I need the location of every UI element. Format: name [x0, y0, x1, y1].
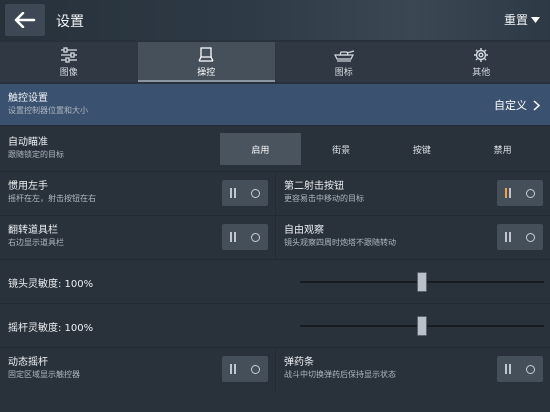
ammo-bar-setting: 弹药条 战斗中切换弹药后保持显示状态: [276, 348, 550, 390]
divider: [0, 303, 550, 304]
toggle-circle-icon: [251, 188, 261, 198]
flip-bar-subtitle: 右边显示道具栏: [8, 238, 64, 247]
second-fire-toggle[interactable]: [497, 180, 543, 206]
left-hand-toggle[interactable]: [222, 180, 268, 206]
toggle-bars-icon: [229, 232, 236, 242]
left-hand-subtitle: 摇杆在左，射击按钮在右: [8, 194, 96, 203]
chevron-right-icon: [533, 99, 540, 111]
second-fire-title: 第二射击按钮: [284, 181, 344, 192]
toggle-circle-icon: [251, 232, 261, 242]
tab-label: 其他: [472, 67, 491, 78]
free-look-setting: 自由观察 镜头观察四周时炮塔不跟随转动: [276, 216, 550, 258]
dynamic-stick-title: 动态摇杆: [8, 357, 48, 368]
toggle-circle-icon: [526, 188, 536, 198]
camera-sensitivity-thumb[interactable]: [417, 272, 427, 292]
auto-aim-option-street[interactable]: 街景: [301, 133, 382, 165]
left-hand-title: 惯用左手: [8, 181, 48, 192]
flip-bar-text: 翻转道具栏 右边显示道具栏: [8, 224, 64, 248]
second-fire-text: 第二射击按钮 更容易击中移动的目标: [284, 180, 364, 204]
tank-icon: [333, 49, 354, 62]
ammo-bar-text: 弹药条 战斗中切换弹药后保持显示状态: [284, 356, 396, 380]
free-look-text: 自由观察 镜头观察四周时炮塔不跟随转动: [284, 224, 396, 248]
page-title: 设置: [56, 14, 84, 30]
auto-aim-segmented-control: 启用 街景 按键 禁用: [220, 133, 543, 165]
auto-aim-title: 自动瞄准: [8, 137, 48, 148]
touch-settings-text: 触控设置 设置控制器位置和大小: [8, 92, 88, 116]
flip-bar-toggle[interactable]: [222, 224, 268, 250]
ammo-bar-toggle[interactable]: [497, 356, 543, 382]
flip-bar-setting: 翻转道具栏 右边显示道具栏: [0, 216, 275, 258]
toggle-circle-icon: [251, 364, 261, 374]
tab-bar: 图像 操控 图标 其他: [0, 42, 550, 82]
back-arrow-icon: [14, 12, 36, 28]
touch-settings-row[interactable]: 触控设置 设置控制器位置和大小 自定义: [0, 84, 550, 125]
left-hand-text: 惯用左手 摇杆在左，射击按钮在右: [8, 180, 96, 204]
sliders-icon: [60, 46, 77, 63]
column-divider: [275, 348, 276, 392]
settings-list: 触控设置 设置控制器位置和大小 自定义 自动瞄准 跟随锁定的目标 启用 街景 按…: [0, 84, 550, 412]
toggle-bars-icon: [504, 364, 511, 374]
auto-aim-option-disable[interactable]: 禁用: [462, 133, 543, 165]
touch-settings-subtitle: 设置控制器位置和大小: [8, 106, 88, 115]
ammo-bar-subtitle: 战斗中切换弹药后保持显示状态: [284, 370, 396, 379]
reset-label: 重置: [503, 13, 528, 27]
gamepad-icon: [198, 46, 214, 62]
camera-sensitivity-label: 镜头灵敏度: 100%: [8, 279, 94, 290]
back-button[interactable]: [5, 4, 45, 36]
column-divider: [275, 172, 276, 259]
tab-controls[interactable]: 操控: [137, 42, 275, 82]
dynamic-stick-toggle[interactable]: [222, 356, 268, 382]
free-look-toggle[interactable]: [497, 224, 543, 250]
tab-graphics[interactable]: 图像: [0, 42, 138, 82]
touch-settings-value-label: 自定义: [494, 99, 527, 112]
tab-label: 图标: [334, 67, 353, 78]
toggle-bars-icon: [229, 364, 236, 374]
dynamic-stick-setting: 动态摇杆 固定区域显示触控器: [0, 348, 275, 390]
touch-settings-value: 自定义: [494, 97, 540, 113]
dynamic-stick-subtitle: 固定区域显示触控器: [8, 370, 80, 379]
tab-other[interactable]: 其他: [413, 42, 550, 82]
free-look-subtitle: 镜头观察四周时炮塔不跟随转动: [284, 238, 396, 247]
auto-aim-text: 自动瞄准 跟随锁定的目标: [8, 136, 64, 160]
left-hand-setting: 惯用左手 摇杆在左，射击按钮在右: [0, 172, 275, 214]
second-fire-subtitle: 更容易击中移动的目标: [284, 194, 364, 203]
dynamic-stick-text: 动态摇杆 固定区域显示触控器: [8, 356, 80, 380]
divider: [0, 259, 550, 260]
ammo-bar-title: 弹药条: [284, 357, 314, 368]
toggle-circle-icon: [526, 232, 536, 242]
free-look-title: 自由观察: [284, 225, 324, 236]
tab-label: 操控: [197, 67, 216, 78]
toggle-bars-icon: [504, 232, 511, 242]
flip-bar-title: 翻转道具栏: [8, 225, 58, 236]
tab-icons[interactable]: 图标: [275, 42, 413, 82]
reset-button[interactable]: 重置: [504, 11, 540, 28]
gear-icon: [474, 47, 489, 62]
joystick-sensitivity-thumb[interactable]: [417, 316, 427, 336]
toggle-circle-icon: [526, 364, 536, 374]
touch-settings-title: 触控设置: [8, 93, 48, 104]
auto-aim-option-enable[interactable]: 启用: [220, 133, 301, 165]
auto-aim-subtitle: 跟随锁定的目标: [8, 150, 64, 159]
auto-aim-option-button[interactable]: 按键: [382, 133, 463, 165]
divider: [0, 125, 550, 126]
tab-label: 图像: [59, 67, 78, 78]
top-bar: 设置 重置: [0, 0, 550, 40]
second-fire-setting: 第二射击按钮 更容易击中移动的目标: [276, 172, 550, 214]
toggle-bars-icon: [229, 188, 236, 198]
joystick-sensitivity-label: 摇杆灵敏度: 100%: [8, 323, 94, 334]
toggle-bars-icon: [504, 188, 511, 198]
chevron-down-icon: [531, 16, 540, 23]
